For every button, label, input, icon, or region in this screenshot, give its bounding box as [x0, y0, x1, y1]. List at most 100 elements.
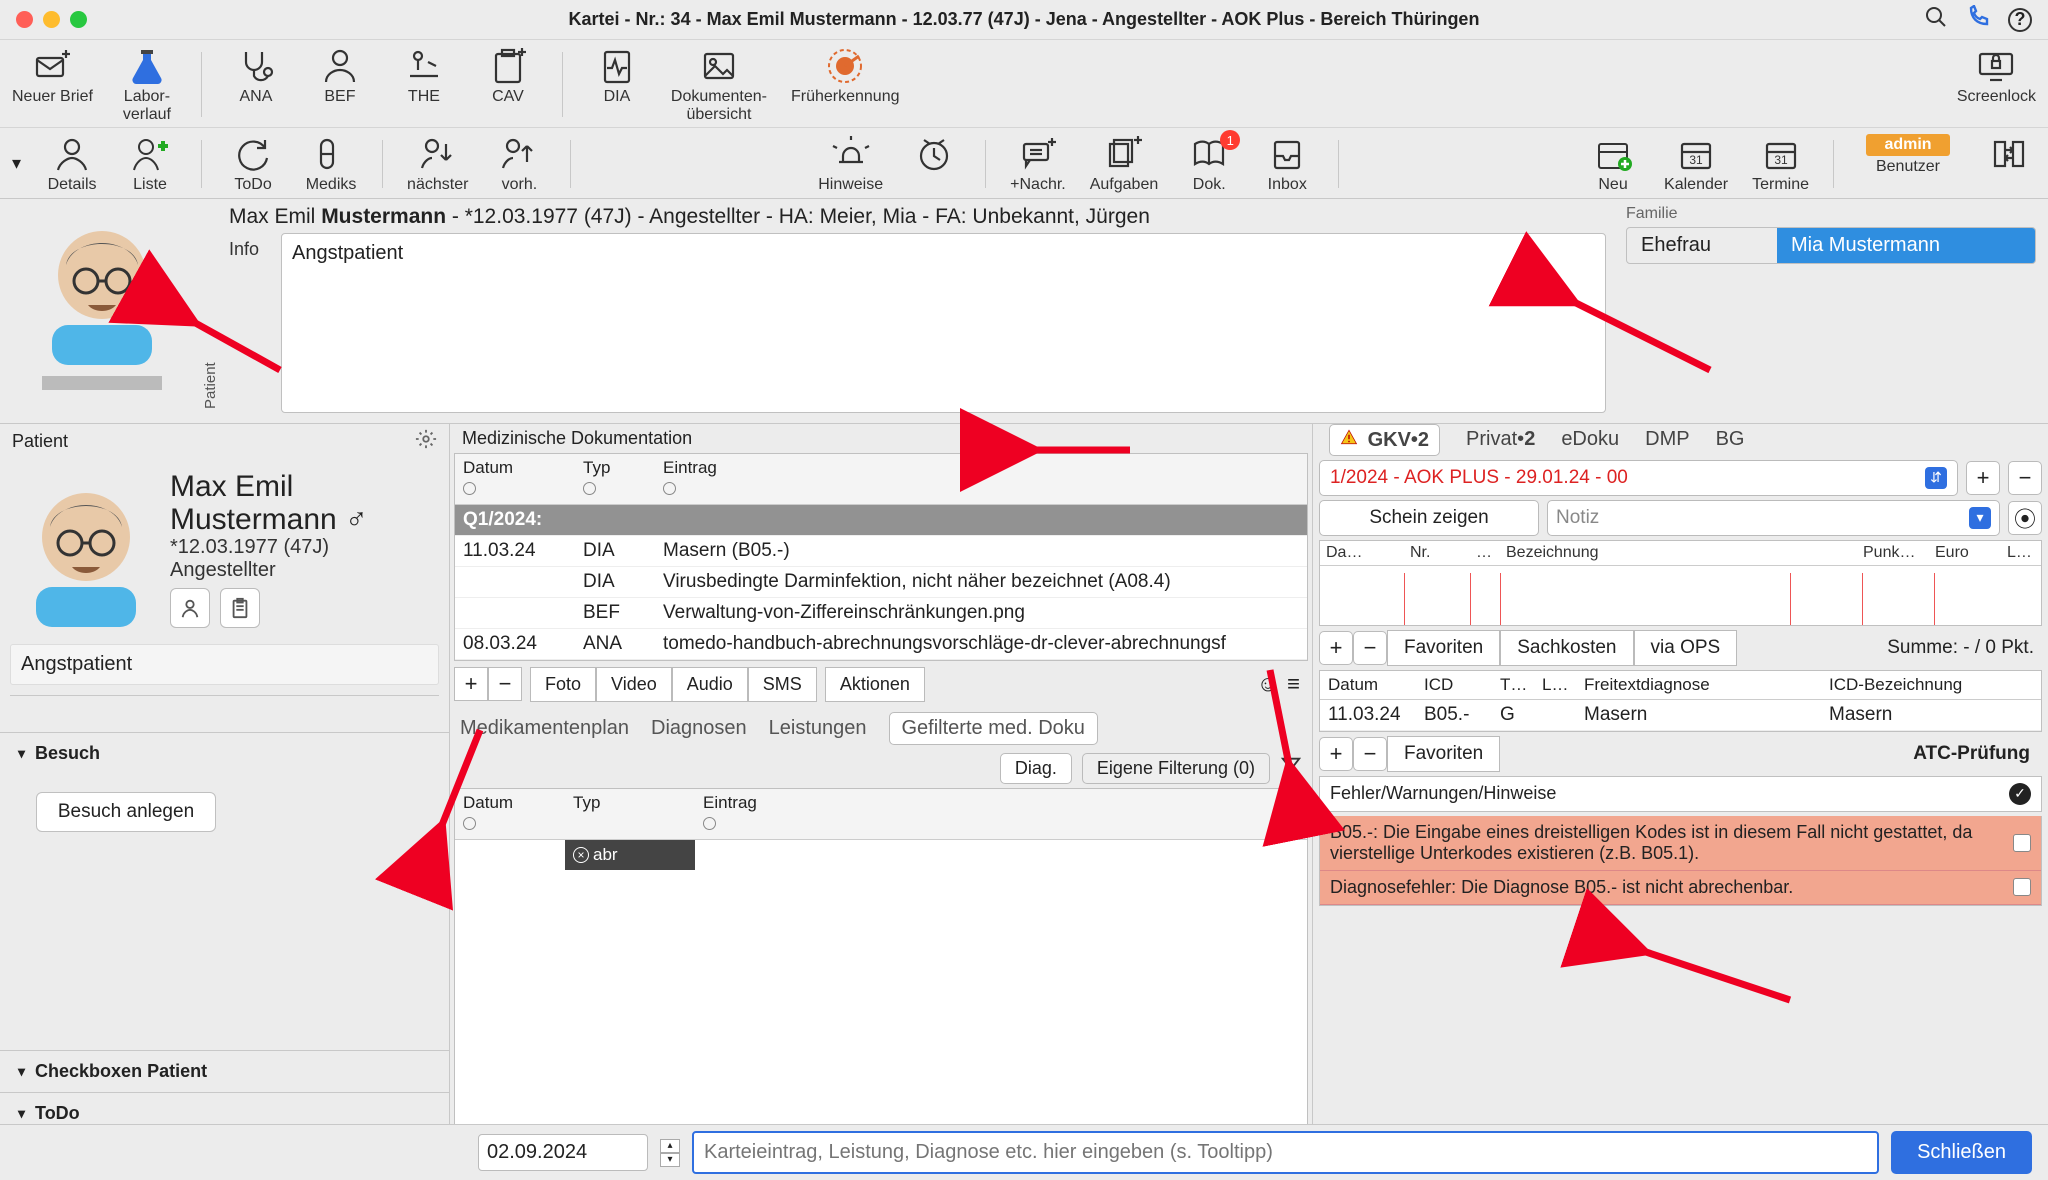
the-button[interactable]: THE [394, 46, 454, 106]
step-up-icon[interactable]: ▴ [660, 1139, 680, 1153]
gear-icon[interactable] [415, 428, 437, 455]
col-datum[interactable]: Datum [463, 458, 513, 477]
switch-button[interactable] [1982, 134, 2036, 174]
col-typ[interactable]: Typ [573, 793, 600, 812]
details-button[interactable]: Details [45, 134, 99, 194]
col-euro[interactable]: Euro [1929, 541, 2001, 565]
radio-icon[interactable] [463, 817, 476, 830]
tab-medikamentenplan[interactable]: Medikamentenplan [460, 717, 629, 740]
audio-button[interactable]: Audio [672, 667, 748, 702]
ana-button[interactable]: ANA [226, 46, 286, 106]
tab-dmp[interactable]: DMP [1645, 428, 1689, 451]
favoriten-button[interactable]: Favoriten [1387, 630, 1500, 666]
atc-pruefung-label[interactable]: ATC-Prüfung [1913, 743, 2042, 765]
step-down-icon[interactable]: ▾ [660, 1153, 680, 1167]
col-eintrag[interactable]: Eintrag [663, 458, 717, 477]
leistungen-grid[interactable]: Da… Nr. … Bezeichnung Punk… Euro Le… [1319, 540, 2042, 626]
tab-gkv[interactable]: GKV•2 [1329, 424, 1440, 456]
col-bezeichnung[interactable]: Bezeichnung [1500, 541, 1857, 565]
doc-grid-body[interactable]: Q1/2024: 11.03.24DIAMasern (B05.-) DIAVi… [455, 505, 1307, 660]
liste-button[interactable]: Liste [123, 134, 177, 194]
table-row[interactable]: 11.03.24DIAMasern (B05.-) [455, 536, 1307, 567]
mediks-button[interactable]: Mediks [304, 134, 358, 194]
clear-filter-icon[interactable]: × [573, 847, 589, 863]
check-circle-icon[interactable]: ✓ [2009, 783, 2031, 805]
aufgaben-button[interactable]: Aufgaben [1090, 134, 1159, 194]
date-field[interactable]: 02.09.2024 [478, 1134, 648, 1171]
col-le[interactable]: Le… [2001, 541, 2041, 565]
lines-icon[interactable]: ≡ [1287, 671, 1300, 697]
dok-button[interactable]: 1Dok. [1182, 134, 1236, 194]
termine-button[interactable]: 31Termine [1752, 134, 1809, 194]
fehler-checkbox[interactable] [2013, 834, 2031, 852]
table-row[interactable]: 08.03.24ANAtomedo-handbuch-abrechnungsvo… [455, 629, 1307, 660]
eigene-filterung-button[interactable]: Eigene Filterung (0) [1082, 753, 1270, 784]
tab-gefilterte-doku[interactable]: Gefilterte med. Doku [889, 712, 1098, 745]
date-stepper[interactable]: ▴▾ [660, 1139, 680, 1167]
kalender-button[interactable]: 31Kalender [1664, 134, 1728, 194]
col-punkte[interactable]: Punk… [1857, 541, 1929, 565]
nachricht-button[interactable]: +Nachr. [1010, 134, 1066, 194]
leistung-remove-button[interactable]: − [1353, 631, 1387, 665]
benutzer-button[interactable]: admin Benutzer [1858, 134, 1958, 176]
smiley-icon[interactable]: ☺ [1257, 671, 1279, 697]
cav-button[interactable]: CAV [478, 46, 538, 106]
accordion-checkboxen[interactable]: ▾Checkboxen Patient [0, 1050, 449, 1092]
diag-filter-button[interactable]: Diag. [1000, 753, 1072, 784]
inbox-button[interactable]: Inbox [1260, 134, 1314, 194]
screenlock-button[interactable]: Screenlock [1957, 46, 2036, 106]
fehler-checkbox[interactable] [2013, 878, 2031, 896]
via-ops-button[interactable]: via OPS [1634, 630, 1738, 666]
table-row[interactable]: 11.03.24 B05.- G Masern Masern [1320, 700, 2041, 731]
radio-icon[interactable] [583, 482, 596, 495]
patient-info-textarea[interactable]: Angstpatient [281, 233, 1606, 413]
col-more[interactable]: … [1470, 541, 1500, 565]
laborverlauf-button[interactable]: Labor- verlauf [117, 46, 177, 123]
col-datum[interactable]: Datum [463, 793, 513, 812]
foto-button[interactable]: Foto [530, 667, 596, 702]
col-datum[interactable]: Da… [1320, 541, 1404, 565]
sms-button[interactable]: SMS [748, 667, 817, 702]
col-l[interactable]: L… [1534, 671, 1576, 699]
col-nr[interactable]: Nr. [1404, 541, 1470, 565]
radio-icon[interactable] [703, 817, 716, 830]
diagnose-remove-button[interactable]: − [1353, 737, 1387, 771]
table-row[interactable]: DIAVirusbedingte Darminfektion, nicht nä… [455, 567, 1307, 598]
col-datum[interactable]: Datum [1320, 671, 1416, 699]
tab-leistungen[interactable]: Leistungen [769, 717, 867, 740]
schliessen-button[interactable]: Schließen [1891, 1131, 2032, 1174]
favoriten2-button[interactable]: Favoriten [1387, 736, 1500, 772]
radio-icon[interactable] [663, 482, 676, 495]
col-eintrag[interactable]: Eintrag [703, 793, 757, 812]
col-freitext[interactable]: Freitextdiagnose [1576, 671, 1821, 699]
neu-button[interactable]: Neu [1586, 134, 1640, 194]
frueherkennung-button[interactable]: Früherkennung [791, 46, 900, 106]
chevron-down-icon[interactable]: ▾ [12, 153, 21, 174]
tab-edoku[interactable]: eDoku [1561, 428, 1619, 451]
col-icd[interactable]: ICD [1416, 671, 1492, 699]
clock-button[interactable] [907, 134, 961, 194]
remove-button[interactable]: − [488, 667, 522, 701]
aktionen-button[interactable]: Aktionen [825, 667, 925, 702]
col-typ[interactable]: Typ [583, 458, 610, 477]
todo-button[interactable]: ToDo [226, 134, 280, 194]
neuer-brief-button[interactable]: Neuer Brief [12, 46, 93, 106]
quick-entry-input[interactable] [692, 1131, 1879, 1174]
besuch-anlegen-button[interactable]: Besuch anlegen [36, 792, 216, 832]
tab-privat[interactable]: Privat•2 [1466, 428, 1535, 451]
bef-button[interactable]: BEF [310, 46, 370, 106]
case-select[interactable]: 1/2024 - AOK PLUS - 29.01.24 - 00⇵ [1319, 460, 1958, 496]
vorh-button[interactable]: vorh. [492, 134, 546, 194]
table-row[interactable]: BEFVerwaltung-von-Ziffereinschränkungen.… [455, 598, 1307, 629]
case-add-button[interactable]: + [1966, 461, 2000, 495]
col-icd-bezeichnung[interactable]: ICD-Bezeichnung [1821, 671, 2041, 699]
video-button[interactable]: Video [596, 667, 672, 702]
leistung-add-button[interactable]: + [1319, 631, 1353, 665]
case-remove-button[interactable]: − [2008, 461, 2042, 495]
add-button[interactable]: + [454, 667, 488, 701]
tab-diagnosen[interactable]: Diagnosen [651, 717, 747, 740]
naechster-button[interactable]: nächster [407, 134, 468, 194]
dia-button[interactable]: DIA [587, 46, 647, 106]
accordion-besuch[interactable]: ▾Besuch [0, 732, 449, 774]
notiz-input[interactable]: Notiz▾ [1547, 500, 2000, 536]
